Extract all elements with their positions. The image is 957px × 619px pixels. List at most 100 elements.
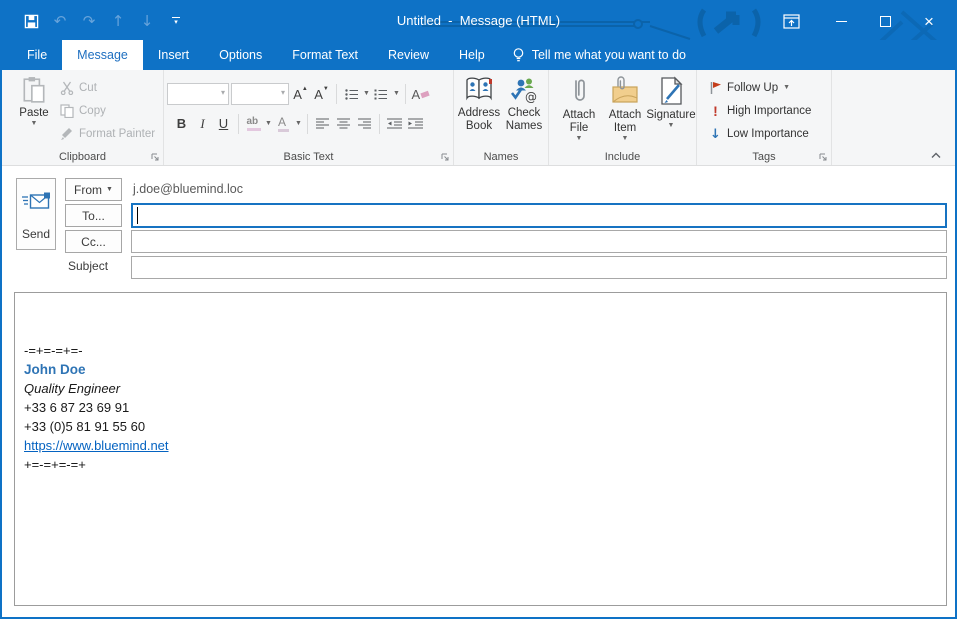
cut-label: Cut [79, 82, 97, 94]
separator [307, 114, 308, 134]
ribbon-tab-bar: File Message Insert Options Format Text … [2, 40, 955, 70]
address-book-button[interactable]: Address Book [457, 76, 501, 133]
font-color-button[interactable]: A [274, 113, 293, 134]
copy-icon [60, 104, 74, 118]
increase-indent-button[interactable] [406, 113, 425, 134]
separator [336, 84, 337, 104]
clear-formatting-button[interactable]: A [411, 84, 430, 105]
down-arrow-icon: ↓ [709, 127, 722, 142]
group-names: Address Book @ Check Names Names [454, 70, 549, 165]
maximize-button[interactable] [863, 2, 907, 40]
grow-font-button[interactable]: A▲ [291, 84, 310, 105]
address-book-label-line2: Book [466, 120, 492, 133]
numbering-button[interactable] [372, 84, 391, 105]
follow-up-button[interactable]: Follow Up ▼ [709, 78, 790, 98]
signature-phone-landline: +33 (0)5 81 91 55 60 [24, 417, 946, 436]
high-importance-button[interactable]: ! High Importance [709, 101, 811, 121]
ribbon-display-options-icon [783, 14, 800, 29]
align-center-button[interactable] [334, 113, 353, 134]
check-names-label-line1: Check [508, 107, 541, 120]
minimize-icon [836, 21, 847, 22]
send-button[interactable]: Send [16, 178, 56, 250]
copy-button[interactable]: Copy [60, 101, 106, 121]
tab-message[interactable]: Message [62, 40, 143, 70]
paperclip-icon [570, 76, 588, 106]
tab-review[interactable]: Review [373, 40, 444, 70]
minimize-button[interactable] [819, 2, 863, 40]
decrease-indent-button[interactable] [385, 113, 404, 134]
subject-input[interactable] [131, 256, 947, 279]
attach-file-label-line2: File [570, 122, 589, 135]
title-bar: ↶ ↷ ↑ ↓ ▾ Untitled - Message (HTML) × [2, 2, 955, 40]
chevron-down-icon[interactable]: ▼ [393, 90, 400, 98]
to-button[interactable]: To... [65, 204, 122, 227]
lightbulb-icon [512, 47, 525, 63]
message-body-editor[interactable]: -=+=-=+=- John Doe Quality Engineer +33 … [14, 292, 947, 606]
low-importance-button[interactable]: ↓ Low Importance [709, 124, 809, 144]
signature-button[interactable]: Signature ▼ [647, 76, 695, 130]
tags-group-label: Tags [697, 151, 831, 163]
font-name-combo[interactable]: ▾ [167, 83, 229, 105]
text-caret [137, 207, 138, 224]
send-label: Send [22, 227, 50, 241]
highlight-button[interactable]: ab [244, 113, 263, 134]
collapse-ribbon-button[interactable] [930, 151, 942, 159]
format-painter-label: Format Painter [79, 128, 155, 140]
align-left-button[interactable] [313, 113, 332, 134]
clipboard-dialog-launcher[interactable] [150, 152, 160, 162]
chevron-down-icon[interactable]: ▼ [363, 90, 370, 98]
tell-me-search[interactable]: Tell me what you want to do [500, 40, 698, 70]
align-right-button[interactable] [355, 113, 374, 134]
chevron-down-icon: ▾ [281, 88, 285, 97]
to-input[interactable] [131, 203, 947, 228]
group-include: Attach File ▼ Attach Item ▼ [549, 70, 697, 165]
ribbon-display-options-button[interactable] [771, 2, 811, 40]
paste-button[interactable]: Paste ▼ [14, 76, 54, 128]
bold-button[interactable]: B [172, 113, 191, 134]
shrink-font-button[interactable]: A▼ [312, 84, 331, 105]
check-names-icon: @ [509, 76, 539, 104]
check-names-label-line2: Names [506, 120, 542, 133]
bullets-icon [345, 89, 359, 100]
tags-dialog-launcher[interactable] [818, 152, 828, 162]
signature-separator-top: -=+=-=+=- [24, 341, 946, 360]
tab-help[interactable]: Help [444, 40, 500, 70]
signature-website-link[interactable]: https://www.bluemind.net [24, 438, 169, 453]
italic-button[interactable]: I [193, 113, 212, 134]
close-button[interactable]: × [907, 2, 951, 40]
clear-formatting-label: A [412, 87, 421, 102]
signature-phone-mobile: +33 6 87 23 69 91 [24, 398, 946, 417]
cc-label: Cc... [81, 235, 106, 249]
from-label: From [74, 183, 102, 197]
up-triangle-icon: ▲ [302, 86, 308, 92]
cc-button[interactable]: Cc... [65, 230, 122, 253]
chevron-down-icon[interactable]: ▼ [295, 120, 302, 128]
font-size-combo[interactable]: ▾ [231, 83, 289, 105]
from-button[interactable]: From ▼ [65, 178, 122, 201]
decrease-indent-icon [387, 118, 402, 129]
tab-options[interactable]: Options [204, 40, 277, 70]
eraser-icon [421, 90, 430, 97]
attach-item-label-line1: Attach [609, 109, 642, 122]
names-group-label: Names [454, 151, 548, 163]
format-painter-button[interactable]: Format Painter [60, 124, 155, 144]
basic-text-dialog-launcher[interactable] [440, 152, 450, 162]
chevron-down-icon: ▼ [106, 186, 113, 193]
attach-item-button[interactable]: Attach Item ▼ [603, 76, 647, 143]
tab-format-text[interactable]: Format Text [277, 40, 373, 70]
attach-file-button[interactable]: Attach File ▼ [557, 76, 601, 143]
font-color-bar [278, 129, 289, 132]
chevron-down-icon: ▼ [783, 84, 790, 92]
tab-insert[interactable]: Insert [143, 40, 204, 70]
align-right-icon [358, 118, 371, 129]
bullets-button[interactable] [342, 84, 361, 105]
cut-button[interactable]: Cut [60, 78, 97, 98]
chevron-down-icon[interactable]: ▼ [265, 120, 272, 128]
underline-button[interactable]: U [214, 113, 233, 134]
clipboard-group-label: Clipboard [2, 151, 163, 163]
cc-input[interactable] [131, 230, 947, 253]
chevron-down-icon: ▼ [622, 135, 629, 143]
tab-file[interactable]: File [12, 40, 62, 70]
check-names-button[interactable]: @ Check Names [502, 76, 546, 133]
low-importance-label: Low Importance [727, 128, 809, 140]
